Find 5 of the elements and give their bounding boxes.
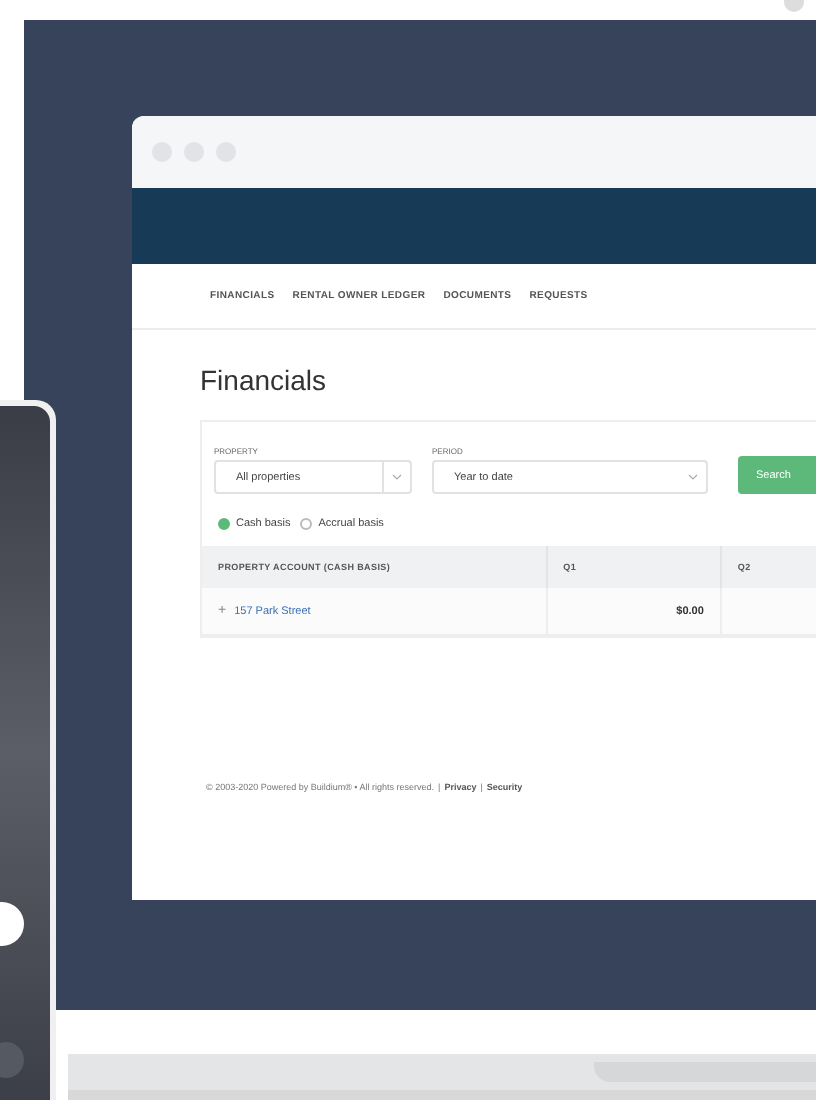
page-title: Financials [200, 364, 329, 400]
chevron-down-icon [392, 474, 402, 480]
radio-button[interactable] [218, 518, 230, 530]
chevron-down-icon [688, 474, 698, 480]
radio-button[interactable] [300, 518, 313, 530]
